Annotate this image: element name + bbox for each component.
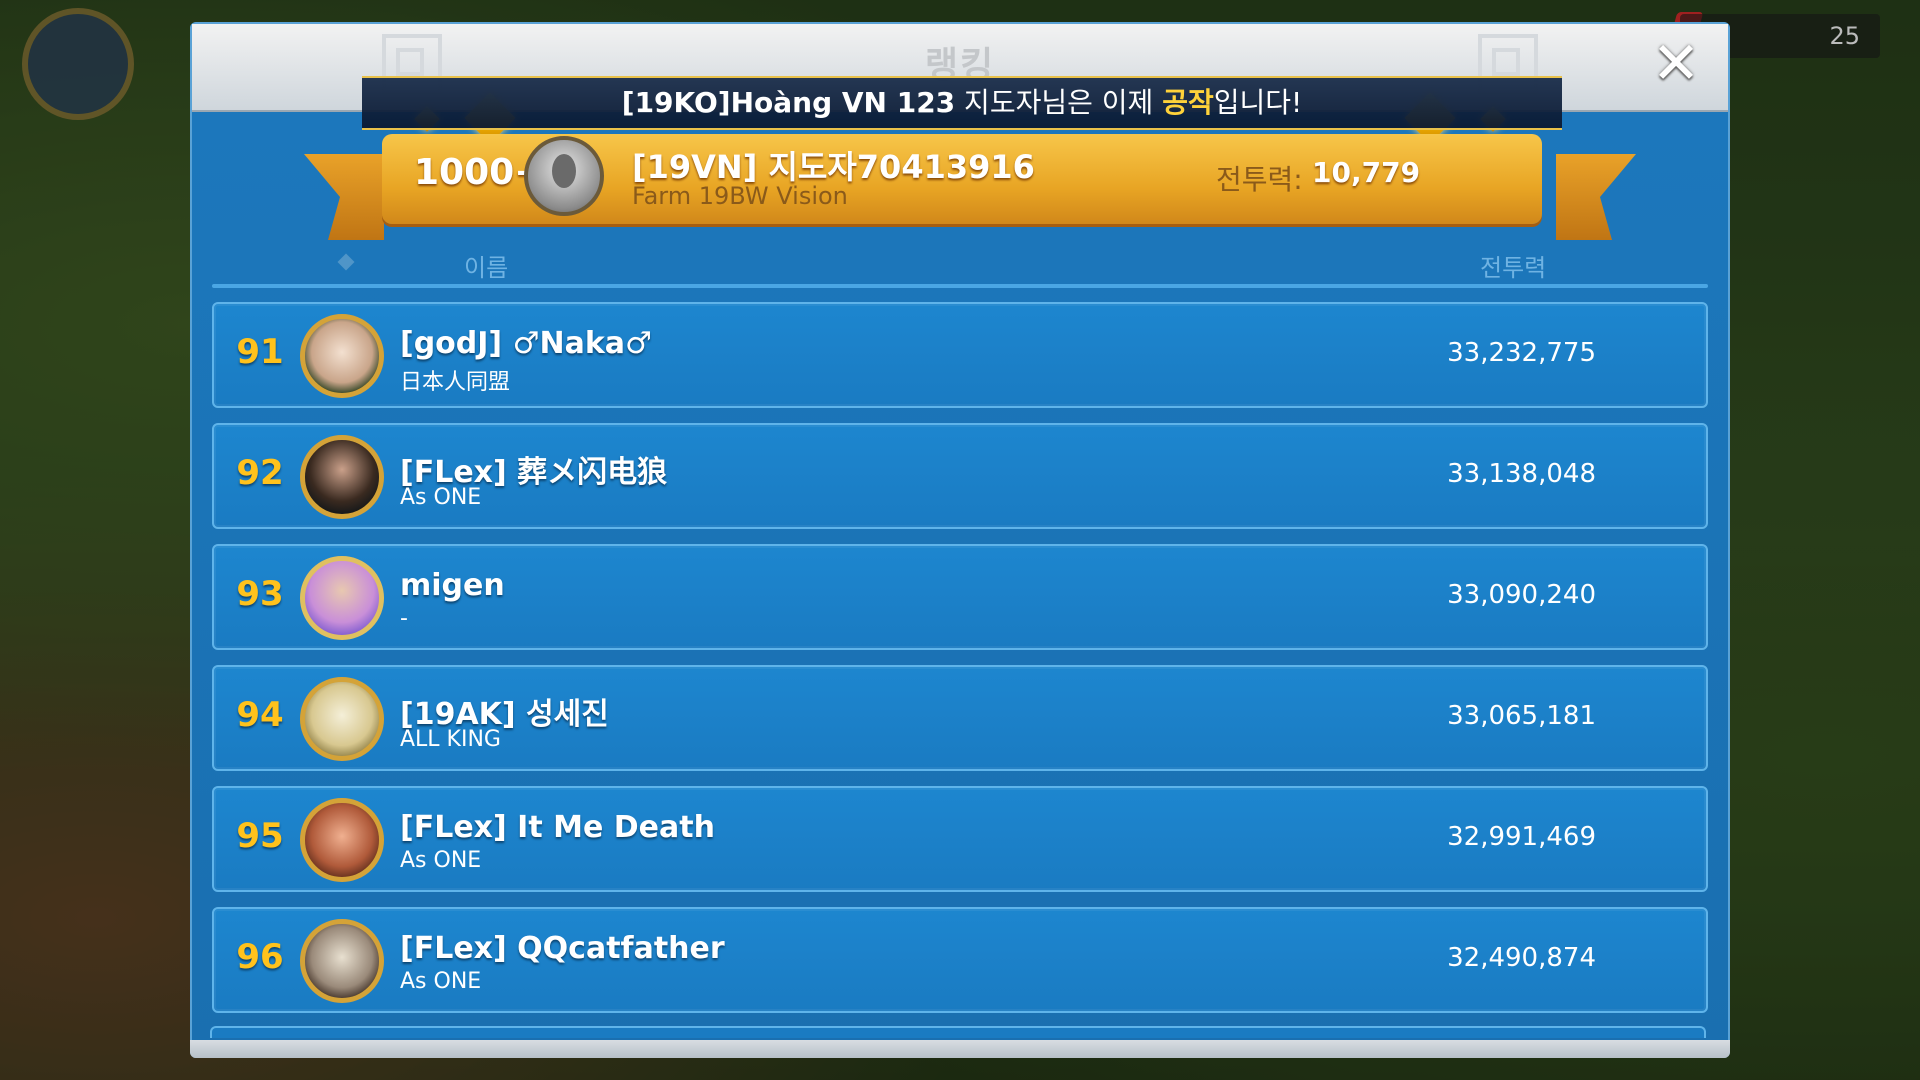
header-divider: [212, 284, 1708, 288]
my-avatar-icon: [524, 136, 604, 216]
row-player-name: migen: [400, 568, 505, 603]
my-power-value: 10,779: [1312, 156, 1421, 189]
castle-portrait-avatar-icon[interactable]: [300, 677, 384, 761]
row-power: 32,991,469: [1447, 822, 1596, 852]
ranking-row[interactable]: 93 migen - 33,090,240: [212, 544, 1708, 650]
row-power: 33,232,775: [1447, 338, 1596, 368]
baby-portrait-avatar-icon[interactable]: [300, 314, 384, 398]
ranking-row[interactable]: 92 [FLex] 葬メ闪电狼 As ONE 33,138,048: [212, 423, 1708, 529]
ranking-row[interactable]: 91 [godJ] ♂Naka♂ 日本人同盟 33,232,775: [212, 302, 1708, 408]
row-alliance: -: [400, 606, 408, 631]
banner-title: 공작: [1162, 86, 1214, 119]
banner-text-before: 지도자님은 이제: [955, 86, 1163, 119]
row-power: 33,090,240: [1447, 580, 1596, 610]
row-player-name: [FLex] QQcatfather: [400, 931, 725, 966]
ranking-row[interactable]: 96 [FLex] QQcatfather As ONE 32,490,874: [212, 907, 1708, 1013]
ranking-row-partial[interactable]: [210, 1026, 1706, 1038]
row-rank: 96: [236, 937, 284, 977]
background-player-avatar: [22, 8, 134, 120]
row-alliance: As ONE: [400, 969, 482, 994]
ribbon-left: [304, 154, 384, 240]
row-rank: 91: [236, 332, 284, 372]
skull-portrait-avatar-icon[interactable]: [300, 919, 384, 1003]
row-alliance: As ONE: [400, 485, 482, 510]
winged-portrait-avatar-icon[interactable]: [300, 556, 384, 640]
column-header-power: 전투력: [1480, 254, 1547, 282]
banner-player-name: [19KO]Hoàng VN 123: [621, 86, 956, 119]
row-alliance: ALL KING: [400, 727, 501, 752]
row-rank: 92: [236, 453, 284, 493]
banner-text-after: 입니다!: [1213, 86, 1303, 119]
row-player-name: [godJ] ♂Naka♂: [400, 326, 652, 361]
announcement-banner: [19KO]Hoàng VN 123 지도자님은 이제 공작입니다!: [362, 76, 1562, 130]
row-power: 33,065,181: [1447, 701, 1596, 731]
my-power-label: 전투력:: [1216, 163, 1303, 196]
close-button[interactable]: ✕: [1648, 34, 1704, 94]
column-header-name: 이름: [464, 254, 509, 282]
warrior-portrait-avatar-icon[interactable]: [300, 798, 384, 882]
row-alliance: As ONE: [400, 848, 482, 873]
panel-bottom-edge: [190, 1040, 1730, 1058]
row-rank: 95: [236, 816, 284, 856]
ranking-row[interactable]: 95 [FLex] It Me Death As ONE 32,991,469: [212, 786, 1708, 892]
column-diamond-icon: [337, 253, 355, 271]
ranking-list: 91 [godJ] ♂Naka♂ 日本人同盟 33,232,775 92 [FL…: [212, 302, 1708, 1028]
my-alliance: Farm 19BW Vision: [632, 182, 848, 210]
row-rank: 93: [236, 574, 284, 614]
ranking-row[interactable]: 94 [19AK] 성세진 ALL KING 33,065,181: [212, 665, 1708, 771]
row-power: 33,138,048: [1447, 459, 1596, 489]
ranking-panel: 랭킹 ✕ [19KO]Hoàng VN 123 지도자님은 이제 공작입니다! …: [190, 22, 1730, 1058]
row-player-name: [FLex] It Me Death: [400, 810, 715, 845]
row-power: 32,490,874: [1447, 943, 1596, 973]
row-alliance: 日本人同盟: [400, 370, 511, 395]
row-rank: 94: [236, 695, 284, 735]
ribbon-right: [1556, 154, 1636, 240]
man-portrait-avatar-icon[interactable]: [300, 435, 384, 519]
